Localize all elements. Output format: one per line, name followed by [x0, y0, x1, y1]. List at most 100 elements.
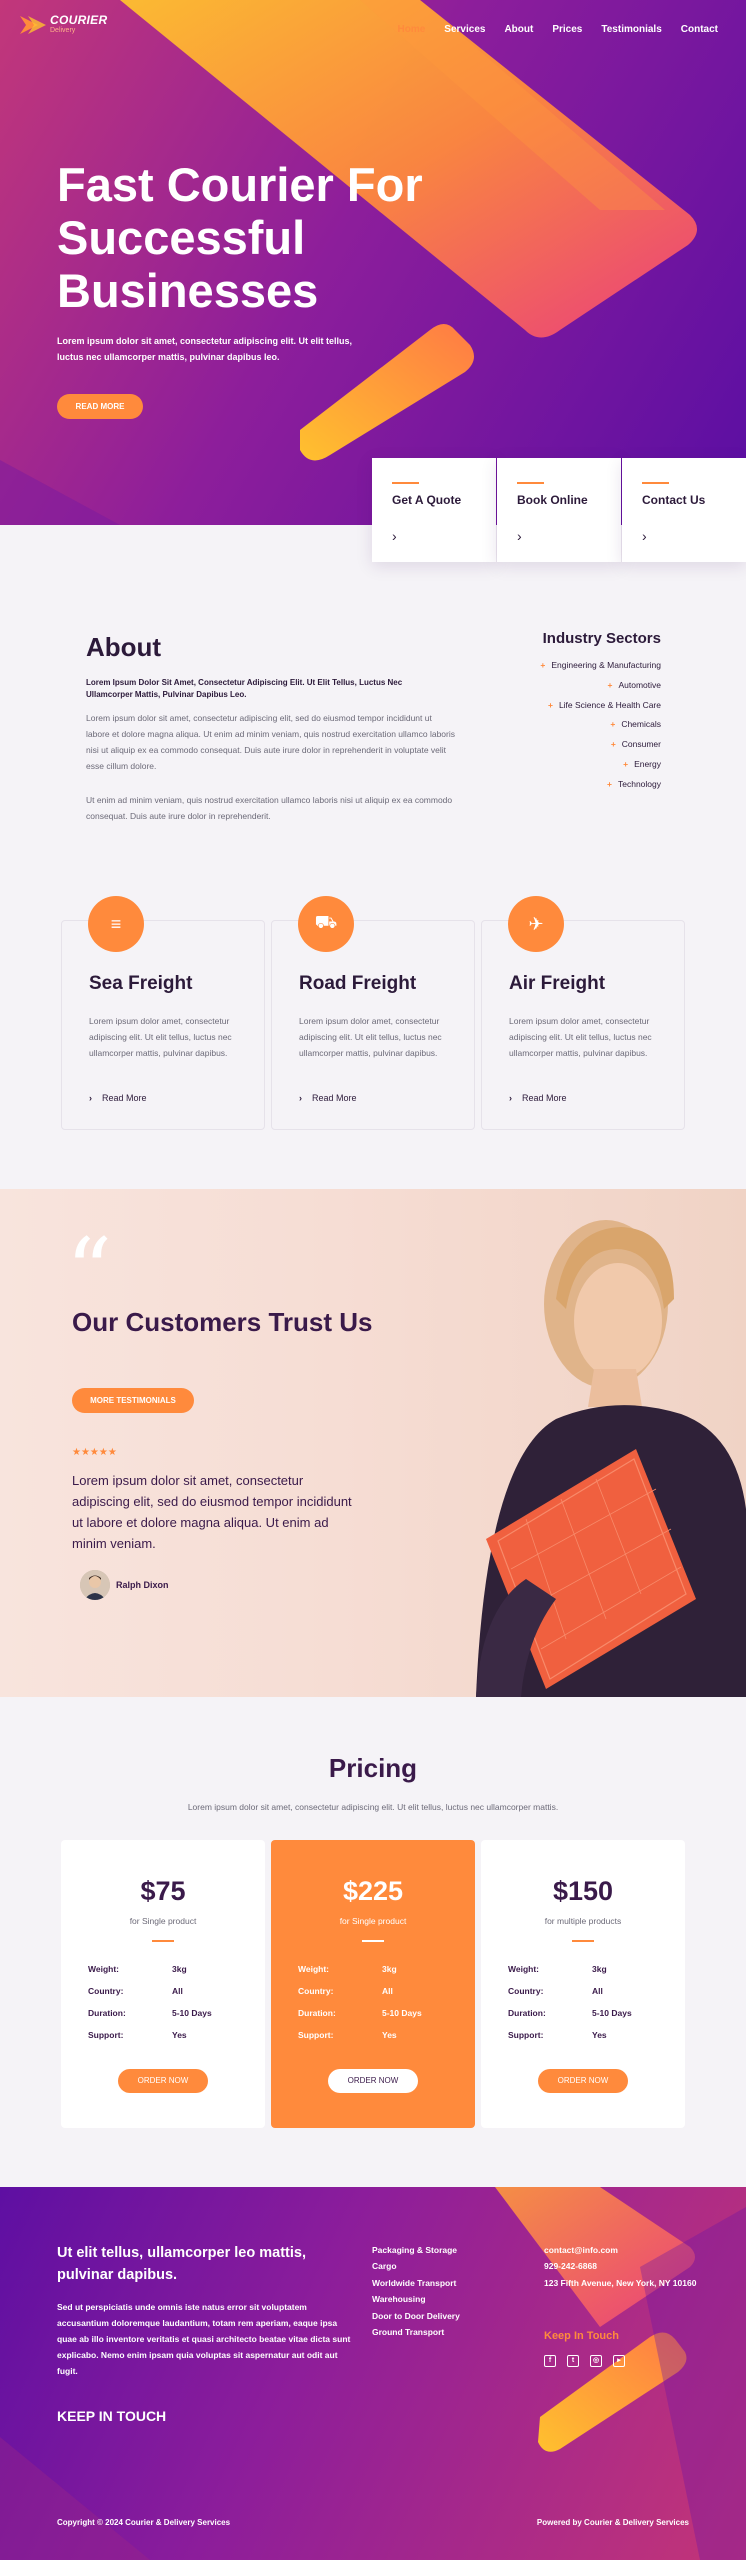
footer-contact: contact@info.com 929-242-6868 123 Fifth … — [544, 2242, 714, 2291]
brand-sub: Delivery — [50, 27, 76, 34]
nav-services[interactable]: Services — [444, 24, 485, 35]
road-icon: ⛟ — [298, 896, 354, 952]
footer-link[interactable]: Worldwide Transport — [372, 2275, 460, 2291]
sectors-list: + Engineering & Manufacturing + Automotive… — [540, 656, 661, 795]
order-now-button[interactable]: ORDER NOW — [538, 2069, 628, 2093]
chevron-right-icon: › — [299, 1093, 302, 1103]
read-more-button[interactable]: READ MORE — [57, 394, 143, 419]
plus-icon: + — [547, 699, 553, 710]
footer-link[interactable]: Packaging & Storage — [372, 2242, 460, 2258]
plan-row-duration: Duration: 5-10 Days — [88, 2008, 212, 2018]
contact-us-card[interactable]: Contact Us › — [622, 458, 746, 562]
avatar — [80, 1570, 110, 1600]
service-card-sea: ≡ Sea Freight Lorem ipsum dolor amet, co… — [61, 896, 265, 1130]
plan-row-country: Country: All — [298, 1986, 393, 1996]
chevron-right-icon[interactable]: › — [517, 528, 522, 544]
sectors-title: Industry Sectors — [542, 630, 661, 647]
get-quote-card[interactable]: Get A Quote › — [372, 458, 496, 562]
plan-price: $150 — [552, 1876, 614, 1906]
footer-link[interactable]: Ground Transport — [372, 2324, 460, 2340]
sector-item: + Automotive — [607, 679, 662, 690]
nav-testimonials[interactable]: Testimonials — [601, 24, 661, 35]
plus-icon: + — [610, 719, 616, 730]
footer-links: Packaging & Storage Cargo Worldwide Tran… — [372, 2242, 460, 2340]
testimonial-title: Our Customers Trust Us — [72, 1307, 373, 1337]
ship-icon: ≡ — [88, 896, 144, 952]
about-paragraph-1: Lorem ipsum dolor sit amet, consectetur … — [86, 713, 455, 771]
plan-for: for multiple products — [544, 1916, 622, 1926]
service-title: Road Freight — [299, 973, 417, 994]
order-now-button[interactable]: ORDER NOW — [118, 2069, 208, 2093]
sector-item: + Engineering & Manufacturing — [540, 660, 661, 670]
about-paragraph-2: Ut enim ad minim veniam, quis nostrud ex… — [86, 795, 453, 821]
footer-link[interactable]: Cargo — [372, 2258, 460, 2274]
powered-by: Powered by Courier & Delivery Services — [536, 2518, 689, 2527]
nav-home[interactable]: Home — [398, 24, 426, 35]
facebook-icon[interactable]: f — [544, 2355, 556, 2367]
nav-about[interactable]: About — [504, 24, 533, 35]
read-more-link[interactable]: › Read More — [89, 1093, 147, 1103]
pricing-card-basic: $75 for Single product Weight: 3kg Countr… — [61, 1840, 265, 2128]
plan-row-duration: Duration: 5-10 Days — [508, 2008, 632, 2018]
testimonial-text: Lorem ipsum dolor sit amet, consectetur … — [72, 1473, 352, 1551]
plus-icon: + — [623, 758, 629, 769]
sector-item: + Technology — [607, 778, 661, 789]
book-online-title: Book Online — [517, 493, 588, 507]
brand-name: COURIER — [50, 13, 108, 27]
keep-in-touch-label: Keep In Touch — [544, 2330, 619, 2342]
service-title: Air Freight — [509, 973, 606, 994]
get-quote-title: Get A Quote — [392, 493, 462, 507]
logo-arrow-icon — [20, 16, 46, 34]
divider — [572, 1940, 594, 1942]
plan-for: for Single product — [129, 1916, 197, 1926]
footer-paragraph: Sed ut perspiciatis unde omnis iste natu… — [57, 2302, 351, 2376]
rating-stars-icon: ★★★★★ — [72, 1447, 117, 1458]
footer-link[interactable]: Door to Door Delivery — [372, 2308, 460, 2324]
hero-description: Lorem ipsum dolor sit amet, consectetur … — [57, 336, 353, 362]
chevron-right-icon[interactable]: › — [392, 528, 397, 544]
testimonial-author: Ralph Dixon — [116, 1580, 169, 1590]
pricing-subtitle: Lorem ipsum dolor sit amet, consectetur … — [187, 1802, 559, 1812]
footer-heading: Ut elit tellus, ullamcorper leo mattis, … — [57, 2245, 306, 2283]
contact-phone[interactable]: 929-242-6868 — [544, 2258, 714, 2274]
book-online-card[interactable]: Book Online › — [497, 458, 621, 562]
nav-contact[interactable]: Contact — [681, 24, 718, 35]
plus-icon: + — [540, 660, 546, 670]
hero-section: COURIER Delivery Home Services About Pri… — [0, 0, 746, 525]
chevron-right-icon[interactable]: › — [642, 528, 647, 544]
pricing-title: Pricing — [328, 1753, 418, 1783]
read-more-link[interactable]: › Read More — [509, 1093, 567, 1103]
plan-row-weight: Weight: 3kg — [88, 1964, 187, 1974]
plan-for: for Single product — [339, 1916, 407, 1926]
nav-prices[interactable]: Prices — [552, 24, 582, 35]
contact-address: 123 Fifth Avenue, New York, NY 10160 — [544, 2277, 697, 2288]
plan-row-duration: Duration: 5-10 Days — [298, 2008, 422, 2018]
card-accent-bar — [392, 482, 419, 484]
chevron-right-icon: › — [89, 1093, 92, 1103]
order-now-button[interactable]: ORDER NOW — [328, 2069, 418, 2093]
pricing-card-multi: $150 for multiple products Weight: 3kg Co… — [481, 1840, 685, 2128]
service-description: Lorem ipsum dolor amet, consectetur adip… — [299, 1016, 442, 1058]
chevron-right-icon: › — [509, 1093, 512, 1103]
copyright: Copyright © 2024 Courier & Delivery Serv… — [57, 2518, 231, 2527]
plan-row-country: Country: All — [508, 1986, 603, 1996]
more-testimonials-button[interactable]: MORE TESTIMONIALS — [72, 1388, 194, 1413]
pricing-card-featured: $225 for Single product Weight: 3kg Count… — [271, 1840, 475, 2128]
main-nav: Home Services About Prices Testimonials … — [379, 24, 719, 35]
plan-price: $225 — [342, 1876, 404, 1906]
instagram-icon[interactable]: ◎ — [590, 2355, 602, 2367]
youtube-icon[interactable]: ▸ — [613, 2355, 625, 2367]
sector-item: + Life Science & Health Care — [547, 699, 661, 710]
contact-email[interactable]: contact@info.com — [544, 2242, 714, 2258]
plan-row-support: Support: Yes — [508, 2030, 607, 2040]
divider — [152, 1940, 174, 1942]
brand-logo[interactable]: COURIER Delivery — [20, 14, 107, 36]
social-links: f t ◎ ▸ — [544, 2355, 636, 2367]
read-more-link[interactable]: › Read More — [299, 1093, 357, 1103]
twitter-icon[interactable]: t — [567, 2355, 579, 2367]
footer: Ut elit tellus, ullamcorper leo mattis, … — [0, 2187, 746, 2560]
plan-row-country: Country: All — [88, 1986, 183, 1996]
service-description: Lorem ipsum dolor amet, consectetur adip… — [89, 1016, 232, 1058]
plan-row-weight: Weight: 3kg — [508, 1964, 607, 1974]
footer-link[interactable]: Warehousing — [372, 2291, 460, 2307]
